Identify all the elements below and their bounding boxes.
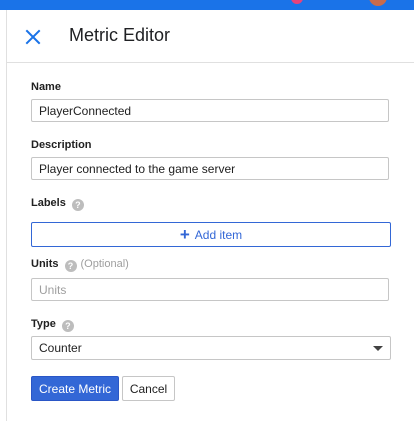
- plus-icon: +: [179, 225, 190, 244]
- avatar[interactable]: [369, 0, 387, 6]
- description-field-box: [31, 157, 389, 180]
- chevron-down-icon: [373, 346, 383, 351]
- add-item-label: Add item: [194, 227, 243, 242]
- units-label-text: Units: [31, 258, 59, 270]
- close-icon: [25, 29, 41, 45]
- name-label: Name: [31, 81, 61, 93]
- create-metric-button[interactable]: Create Metric: [31, 376, 119, 401]
- type-selected-value: Counter: [39, 341, 82, 355]
- type-select[interactable]: Counter: [31, 336, 391, 360]
- description-field[interactable]: [32, 158, 379, 179]
- page-title: Metric Editor: [69, 25, 171, 45]
- help-icon[interactable]: ?: [61, 320, 74, 332]
- notification-indicator[interactable]: [291, 0, 303, 4]
- optional-hint: (Optional): [80, 258, 129, 270]
- help-icon[interactable]: ?: [71, 199, 84, 211]
- cancel-button[interactable]: Cancel: [122, 376, 175, 401]
- name-field[interactable]: [32, 100, 379, 121]
- labels-label: Labels?: [31, 197, 84, 211]
- name-field-box: [31, 99, 389, 122]
- units-field-box: [31, 278, 389, 301]
- help-icon[interactable]: ?: [64, 260, 77, 272]
- type-label: Type?: [31, 318, 74, 332]
- description-label: Description: [31, 139, 92, 151]
- top-app-bar: [0, 0, 414, 10]
- units-field[interactable]: [32, 279, 379, 300]
- type-label-text: Type: [31, 318, 56, 330]
- editor-header: Metric Editor: [7, 10, 414, 63]
- labels-label-text: Labels: [31, 197, 66, 209]
- close-button[interactable]: [23, 27, 43, 47]
- panel-divider: [6, 10, 7, 421]
- add-item-button[interactable]: + Add item: [31, 222, 391, 247]
- units-label: Units? (Optional): [31, 258, 129, 272]
